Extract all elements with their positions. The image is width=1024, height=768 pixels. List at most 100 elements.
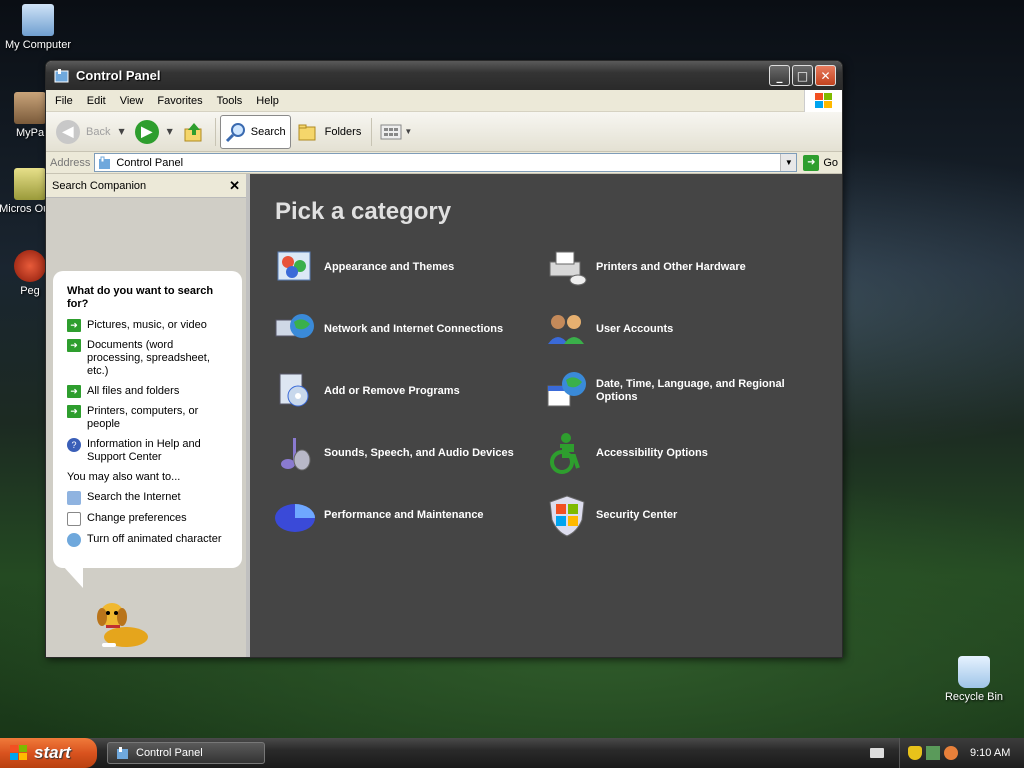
title-bar[interactable]: Control Panel _ □ ✕ — [46, 61, 842, 90]
windows-logo-icon — [804, 90, 842, 112]
search-option[interactable]: ➜ All files and folders — [67, 385, 230, 398]
desktop-icon-label: My Computer — [4, 39, 72, 51]
menu-favorites[interactable]: Favorites — [150, 93, 209, 109]
search-option[interactable]: ➜ Documents (word processing, spreadshee… — [67, 339, 230, 378]
search-internet-icon — [67, 491, 81, 505]
performance-maintenance-icon — [275, 504, 315, 532]
address-label: Address — [50, 156, 91, 169]
close-button[interactable]: ✕ — [815, 65, 836, 86]
sounds-speech-audio-icon — [281, 438, 311, 471]
category-accessibility[interactable]: Accessibility Options — [544, 430, 708, 476]
also-option[interactable]: Search the Internet — [67, 491, 230, 505]
search-option-label: Pictures, music, or video — [87, 319, 207, 331]
content-area: Search Companion ✕ What do you want to s… — [46, 174, 842, 657]
folders-button[interactable]: Folders — [293, 115, 366, 149]
keyboard-icon[interactable] — [870, 748, 884, 758]
category-sounds-speech-audio[interactable]: Sounds, Speech, and Audio Devices — [272, 430, 514, 476]
security-center-icon — [549, 495, 585, 537]
add-remove-programs-icon — [279, 373, 309, 407]
category-label: Accessibility Options — [596, 446, 708, 459]
maximize-button[interactable]: □ — [792, 65, 813, 86]
search-button[interactable]: Search — [219, 114, 291, 149]
start-label: start — [34, 743, 71, 762]
search-icon — [225, 122, 245, 142]
category-label: Appearance and Themes — [324, 260, 455, 273]
search-option[interactable]: ? Information in Help and Support Center — [67, 438, 230, 464]
category-date-time-language[interactable]: Date, Time, Language, and Regional Optio… — [544, 368, 806, 414]
up-folder-icon — [184, 122, 202, 141]
category-label: Security Center — [596, 508, 678, 521]
search-companion-header: Search Companion ✕ — [46, 174, 246, 198]
taskbar-button-label: Control Panel — [136, 747, 203, 759]
up-folder-button[interactable] — [179, 115, 209, 149]
forward-dropdown-icon[interactable]: ▼ — [167, 127, 173, 136]
also-option[interactable]: Turn off animated character — [67, 533, 230, 547]
network-icon[interactable] — [926, 746, 940, 760]
close-pane-button[interactable]: ✕ — [229, 178, 240, 194]
menu-bar: File Edit View Favorites Tools Help — [46, 90, 842, 112]
desktop-icon-my-computer[interactable]: My Computer — [0, 4, 76, 52]
go-button[interactable]: ➜ Go — [803, 154, 838, 171]
address-dropdown-icon[interactable]: ▼ — [780, 154, 797, 171]
system-tray: 9:10 AM — [899, 738, 1024, 768]
category-performance-maintenance[interactable]: Performance and Maintenance — [272, 492, 484, 538]
green-arrow-icon: ➜ — [67, 385, 81, 398]
my-computer-icon — [22, 4, 54, 36]
back-button[interactable]: ◀ Back — [52, 115, 114, 149]
category-label: Network and Internet Connections — [324, 322, 504, 335]
user-accounts-icon — [548, 315, 584, 344]
forward-arrow-icon: ▶ — [134, 119, 159, 144]
search-bubble: What do you want to search for? ➜ Pictur… — [53, 271, 242, 568]
search-label: Search — [250, 125, 286, 138]
address-bar: Address Control Panel ▼ ➜ Go — [46, 152, 842, 174]
preferences-icon — [67, 512, 81, 526]
also-option-label: Search the Internet — [87, 491, 181, 503]
views-button[interactable]: ▼ — [376, 115, 422, 149]
clock[interactable]: 9:10 AM — [970, 747, 1010, 759]
search-option-label: Documents (word processing, spreadsheet,… — [87, 339, 210, 377]
peg-icon — [14, 250, 46, 282]
mypa-icon — [14, 92, 46, 124]
address-input[interactable]: Control Panel ▼ — [94, 153, 798, 172]
search-option-label: Information in Help and Support Center — [87, 438, 201, 463]
network-internet-icon — [275, 314, 314, 338]
security-shield-icon[interactable] — [908, 746, 922, 760]
appearance-themes-icon — [277, 251, 311, 281]
go-label: Go — [823, 156, 838, 169]
menu-tools[interactable]: Tools — [210, 93, 250, 109]
back-arrow-icon: ◀ — [56, 119, 80, 144]
desktop-icon-recycle-bin[interactable]: Recycle Bin — [936, 656, 1012, 704]
category-security-center[interactable]: Security Center — [544, 492, 677, 538]
menu-help[interactable]: Help — [249, 93, 286, 109]
menu-edit[interactable]: Edit — [80, 93, 113, 109]
category-label: Performance and Maintenance — [324, 508, 484, 521]
control-panel-icon — [117, 747, 128, 759]
menu-file[interactable]: File — [48, 93, 80, 109]
back-dropdown-icon[interactable]: ▼ — [118, 127, 124, 136]
also-option[interactable]: Change preferences — [67, 512, 230, 526]
category-printers-hardware[interactable]: Printers and Other Hardware — [544, 244, 746, 290]
views-dropdown-icon: ▼ — [404, 127, 413, 136]
search-option[interactable]: ➜ Pictures, music, or video — [67, 319, 230, 332]
green-arrow-icon: ➜ — [67, 319, 81, 332]
category-pane: Pick a category Appearance and Themes Pr… — [250, 174, 842, 657]
search-tray-icon[interactable] — [944, 746, 958, 760]
start-button[interactable]: start — [0, 738, 97, 768]
search-dog-character-icon[interactable] — [92, 597, 156, 653]
back-label: Back — [86, 125, 111, 138]
category-label: Add or Remove Programs — [324, 384, 460, 397]
taskbar-button-control-panel[interactable]: Control Panel — [107, 742, 265, 764]
category-network-internet[interactable]: Network and Internet Connections — [272, 306, 503, 352]
category-label: Printers and Other Hardware — [596, 260, 746, 273]
forward-button[interactable]: ▶ — [131, 115, 163, 149]
toolbar-separator — [371, 117, 373, 146]
minimize-button[interactable]: _ — [769, 65, 790, 86]
menu-view[interactable]: View — [113, 93, 151, 109]
category-add-remove-programs[interactable]: Add or Remove Programs — [272, 368, 460, 414]
category-appearance-themes[interactable]: Appearance and Themes — [272, 244, 454, 290]
address-value: Control Panel — [116, 156, 184, 169]
search-option[interactable]: ➜ Printers, computers, or people — [67, 405, 230, 431]
animated-character-icon — [67, 533, 81, 547]
category-user-accounts[interactable]: User Accounts — [544, 306, 673, 352]
search-option-label: Printers, computers, or people — [87, 405, 199, 430]
